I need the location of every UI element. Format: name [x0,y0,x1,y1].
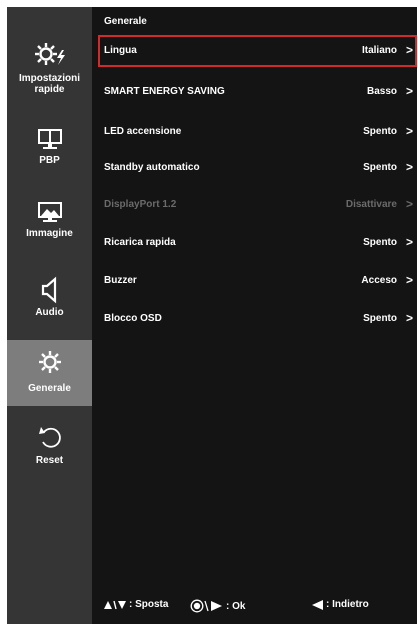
key-guide: : Sposta : Ok : Indietro [92,595,417,615]
row-value: Spento [363,313,397,324]
hint-ok: : Ok [190,599,245,613]
chevron-right-icon: > [405,273,413,287]
menu-row-buzzer[interactable]: Buzzer Acceso > [98,265,417,297]
menu-row-power-led[interactable]: LED accensione Spento > [98,116,417,148]
row-value: Spento [363,162,397,173]
row-value: Acceso [361,275,397,286]
sidebar-item-label: Impostazioni rapide [18,73,81,95]
left-arrow-icon [312,599,324,610]
reset-icon [33,423,67,451]
menu-row-auto-standby[interactable]: Standby automatico Spento > [98,152,417,184]
page-title: Generale [104,16,147,27]
main-panel: Generale Lingua Italiano > SMART ENERGY … [92,7,417,624]
sidebar-item-quick-settings[interactable]: Impostazioni rapide [7,35,92,101]
hint-ok-label: : Ok [226,600,246,612]
gear-icon [33,349,67,377]
up-down-arrows-icon [104,600,126,610]
sidebar-item-label: Reset [35,455,64,466]
sidebar-item-label: Generale [28,383,71,394]
chevron-right-icon: > [405,160,413,174]
row-value: Basso [366,86,397,97]
sidebar-item-audio[interactable]: Audio [7,270,92,336]
sidebar-item-label: PBP [39,155,60,166]
chevron-right-icon: > [405,311,413,325]
menu-row-osd-lock[interactable]: Blocco OSD Spento > [98,303,417,335]
row-value: Disattivare [345,199,397,210]
chevron-right-icon: > [405,43,413,57]
osd-panel: Impostazioni rapide PBP Immagine Audio G… [7,7,417,624]
chevron-right-icon: > [405,124,413,138]
sidebar: Impostazioni rapide PBP Immagine Audio G… [7,7,92,624]
row-label: Buzzer [104,275,137,286]
row-label: Lingua [104,45,137,56]
row-value: Spento [363,237,397,248]
row-value: Italiano [361,45,397,56]
row-value: Spento [363,126,397,137]
hint-move-label: : Sposta [129,599,169,610]
menu-row-smart-energy-saving[interactable]: SMART ENERGY SAVING Basso > [98,76,417,108]
row-label: Blocco OSD [104,313,162,324]
picture-icon [33,200,67,228]
sidebar-item-label: Audio [35,307,64,318]
hint-back-label: : Indietro [326,599,369,610]
row-label: LED accensione [104,126,182,137]
hint-move: : Sposta [104,599,168,610]
pbp-icon [33,127,67,155]
chevron-right-icon: > [405,235,413,249]
joystick-right-icon [190,599,224,613]
row-label: DisplayPort 1.2 [104,199,177,210]
sidebar-item-pbp[interactable]: PBP [7,119,92,185]
chevron-right-icon: > [405,197,413,211]
row-label: Standby automatico [104,162,200,173]
speaker-icon [33,276,67,304]
sidebar-item-general[interactable]: Generale [7,340,92,406]
menu-row-language[interactable]: Lingua Italiano > [98,35,417,67]
menu-row-quick-charge[interactable]: Ricarica rapida Spento > [98,227,417,259]
sidebar-item-picture[interactable]: Immagine [7,195,92,261]
hint-back: : Indietro [312,599,369,610]
sidebar-item-label: Immagine [26,228,73,239]
chevron-right-icon: > [405,84,413,98]
row-label: Ricarica rapida [104,237,176,248]
quick-settings-icon [33,41,67,69]
menu-row-displayport: DisplayPort 1.2 Disattivare > [98,189,417,221]
sidebar-item-reset[interactable]: Reset [7,421,92,487]
row-label: SMART ENERGY SAVING [104,86,225,97]
